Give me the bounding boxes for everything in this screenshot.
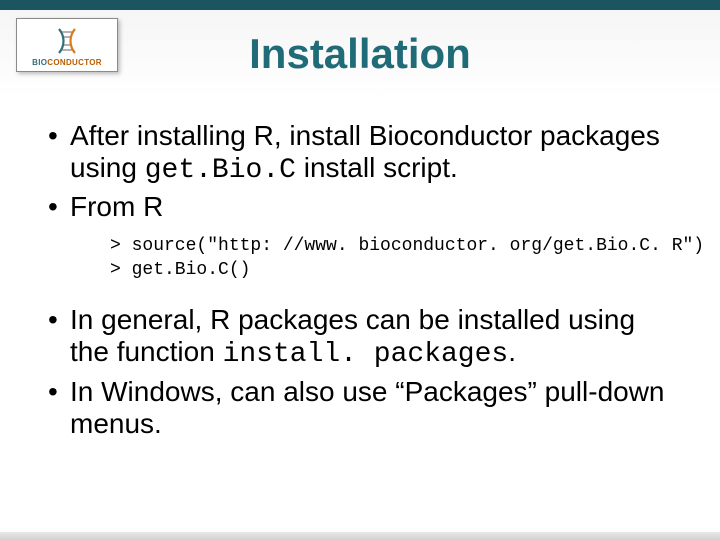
code-line-2: > get.Bio.C()	[110, 260, 250, 280]
bullet-2-text: From R	[70, 191, 163, 222]
bullet-1-text-post: install script.	[296, 152, 458, 183]
bullet-1: After installing R, install Bioconductor…	[40, 120, 680, 187]
bullet-list: After installing R, install Bioconductor…	[40, 120, 680, 224]
bullet-4: In Windows, can also use “Packages” pull…	[40, 376, 680, 440]
bullet-4-text: In Windows, can also use “Packages” pull…	[70, 376, 665, 439]
bullet-3-text-post: .	[508, 336, 516, 367]
bullet-1-code: get.Bio.C	[145, 155, 296, 186]
bottom-accent-bar	[0, 532, 720, 540]
bullet-3-code: install. packages	[223, 339, 509, 370]
code-line-1: > source("http: //www. bioconductor. org…	[110, 236, 704, 256]
bullet-3: In general, R packages can be installed …	[40, 304, 680, 371]
bullet-2: From R	[40, 191, 680, 223]
code-block: > source("http: //www. bioconductor. org…	[110, 234, 680, 283]
slide-content: After installing R, install Bioconductor…	[40, 120, 680, 444]
slide-title: Installation	[0, 30, 720, 78]
slide: BIOCONDUCTOR Installation After installi…	[0, 0, 720, 540]
bullet-list-2: In general, R packages can be installed …	[40, 304, 680, 440]
top-accent-bar	[0, 0, 720, 10]
